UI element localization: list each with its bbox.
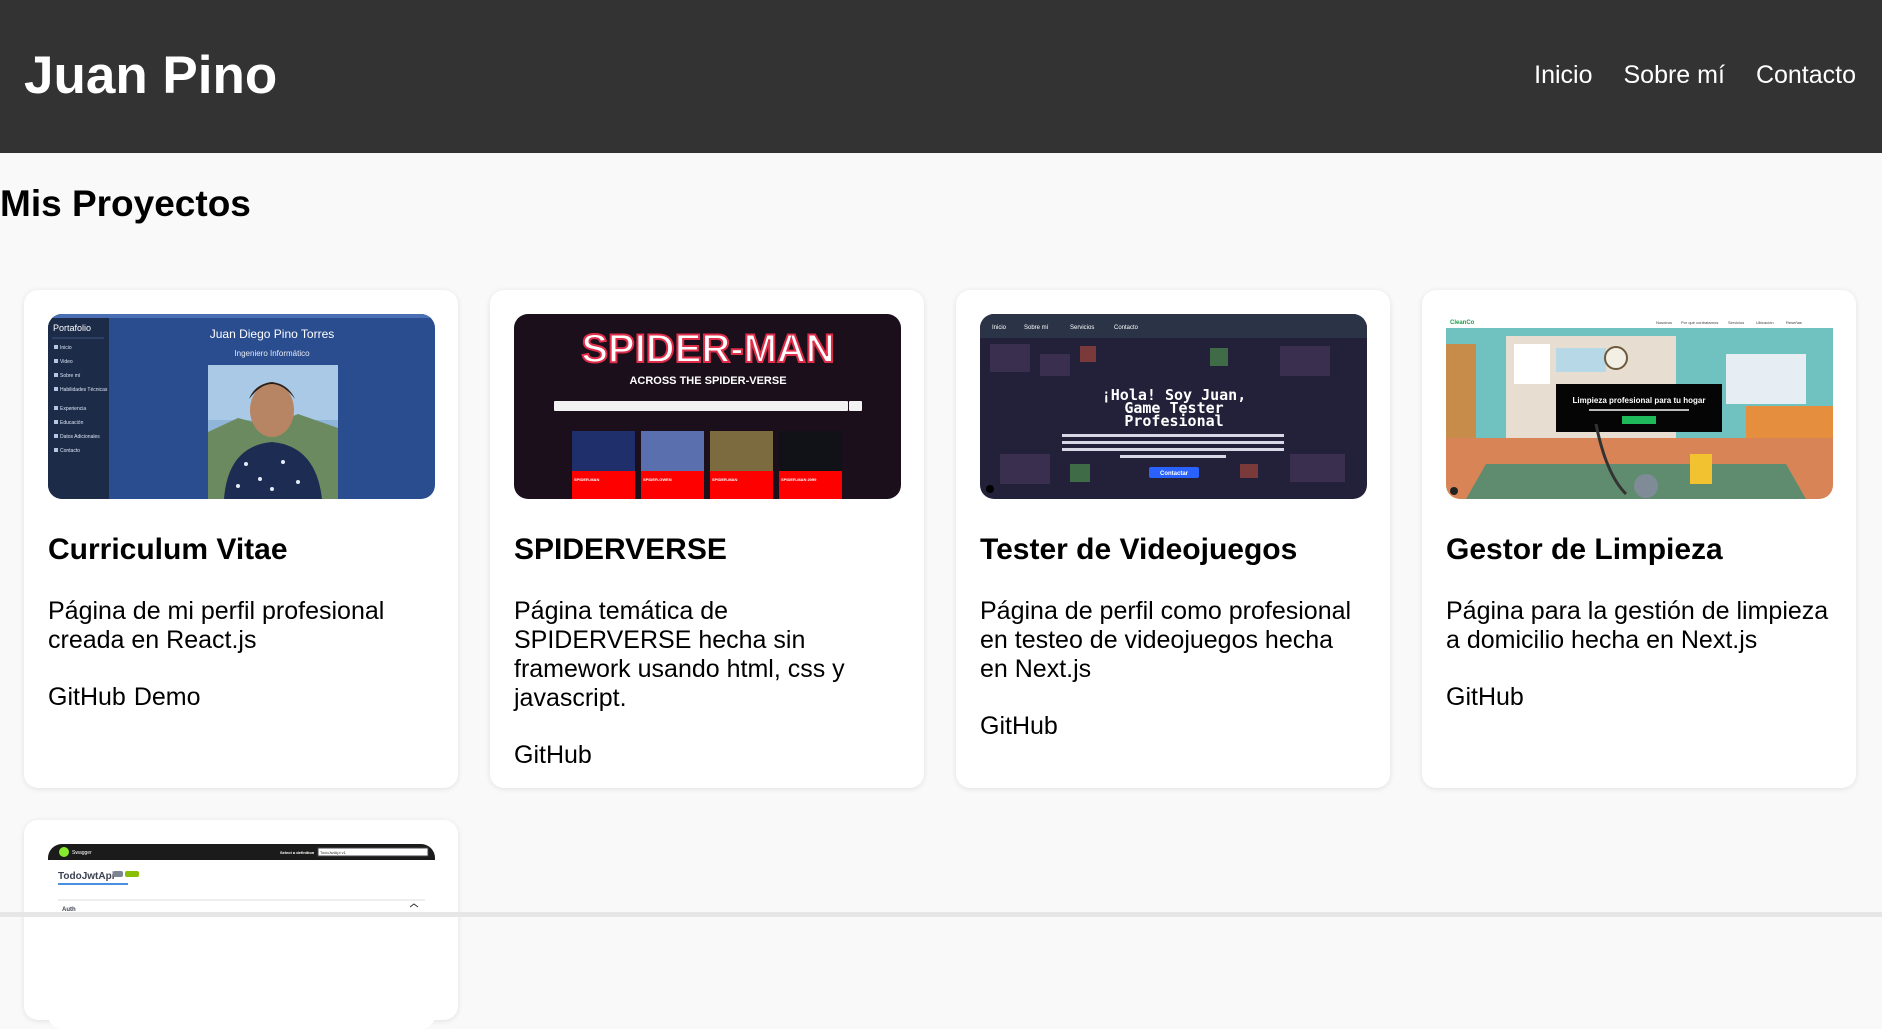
svg-text:Por qué contratarnos: Por qué contratarnos bbox=[1681, 320, 1718, 325]
svg-text:ACROSS THE SPIDER-VERSE: ACROSS THE SPIDER-VERSE bbox=[629, 375, 786, 387]
svg-text:SPIDER-MAN: SPIDER-MAN bbox=[574, 477, 599, 482]
svg-text:Profesional: Profesional bbox=[1124, 412, 1223, 430]
svg-text:SPIDER-MAN: SPIDER-MAN bbox=[712, 477, 737, 482]
project-thumbnail: CleanCo Nosotros Por qué contratarnos Se… bbox=[1446, 314, 1833, 499]
svg-text:Ingeniero Informático: Ingeniero Informático bbox=[234, 349, 310, 358]
project-description: Página temática de SPIDERVERSE hecha sin… bbox=[514, 597, 845, 712]
svg-text:TodoJwtApi v1: TodoJwtApi v1 bbox=[320, 850, 347, 855]
svg-text:Reseñas: Reseñas bbox=[1786, 320, 1802, 325]
svg-text:Ubicación: Ubicación bbox=[1756, 320, 1774, 325]
demo-link[interactable]: Demo bbox=[134, 683, 201, 711]
svg-text:Habilidades Técnicas: Habilidades Técnicas bbox=[60, 387, 108, 393]
project-title: Gestor de Limpieza bbox=[1446, 533, 1723, 566]
svg-text:Inicio: Inicio bbox=[992, 325, 1007, 331]
svg-text:Swagger: Swagger bbox=[72, 850, 92, 856]
project-thumbnail: Inicio Sobre mí Servicios Contacto ¡Hola… bbox=[980, 314, 1367, 499]
svg-text:Inicio: Inicio bbox=[60, 345, 72, 351]
project-thumbnail: Swagger Select a definition TodoJwtApi v… bbox=[48, 844, 435, 1029]
svg-text:Experiencia: Experiencia bbox=[60, 406, 86, 412]
project-links: GitHub Demo bbox=[48, 683, 434, 712]
viewport-edge bbox=[0, 912, 1882, 917]
svg-text:Contacto: Contacto bbox=[60, 448, 80, 454]
project-card-game-tester: Inicio Sobre mí Servicios Contacto ¡Hola… bbox=[956, 290, 1390, 788]
svg-text:Datos Adicionales: Datos Adicionales bbox=[60, 434, 100, 440]
nav-inicio[interactable]: Inicio bbox=[1534, 60, 1592, 90]
github-link[interactable]: GitHub bbox=[48, 683, 126, 711]
project-card-spiderverse: SPIDER-MAN ACROSS THE SPIDER-VERSE SPIDE… bbox=[490, 290, 924, 788]
svg-text:Educación: Educación bbox=[60, 420, 84, 426]
nav-sobre-mi[interactable]: Sobre mí bbox=[1624, 60, 1725, 90]
project-description: Página de mi perfil profesional creada e… bbox=[48, 597, 385, 654]
github-link[interactable]: GitHub bbox=[1446, 683, 1524, 711]
svg-text:Juan Diego Pino Torres: Juan Diego Pino Torres bbox=[210, 327, 335, 341]
project-title: SPIDERVERSE bbox=[514, 533, 727, 566]
svg-text:SPIDER-MAN 2099: SPIDER-MAN 2099 bbox=[781, 477, 817, 482]
main-nav: Inicio Sobre mí Contacto bbox=[1534, 60, 1856, 90]
github-link[interactable]: GitHub bbox=[980, 712, 1058, 740]
section-title: Mis Proyectos bbox=[0, 183, 251, 224]
svg-text:Sobre mí: Sobre mí bbox=[60, 373, 81, 379]
svg-text:Nosotros: Nosotros bbox=[1656, 320, 1672, 325]
project-thumbnail: SPIDER-MAN ACROSS THE SPIDER-VERSE SPIDE… bbox=[514, 314, 901, 499]
project-card-todojwtapi: Swagger Select a definition TodoJwtApi v… bbox=[24, 820, 458, 1029]
site-title: Juan Pino bbox=[24, 46, 278, 105]
project-links: GitHub bbox=[980, 712, 1366, 741]
svg-text:Sobre mí: Sobre mí bbox=[1024, 325, 1049, 331]
svg-text:Video: Video bbox=[60, 359, 73, 365]
project-thumbnail: Portafolio Inicio Video Sobre mí Habilid… bbox=[48, 314, 435, 499]
svg-text:SPIDER-MAN: SPIDER-MAN bbox=[581, 327, 834, 371]
svg-text:Limpieza profesional para tu h: Limpieza profesional para tu hogar bbox=[1573, 396, 1706, 405]
github-link[interactable]: GitHub bbox=[514, 741, 592, 769]
project-description: Página para la gestión de limpieza a dom… bbox=[1446, 597, 1829, 654]
project-card-cv: Portafolio Inicio Video Sobre mí Habilid… bbox=[24, 290, 458, 788]
project-title: Tester de Videojuegos bbox=[980, 533, 1298, 566]
svg-text:TodoJwtApi: TodoJwtApi bbox=[58, 871, 115, 882]
project-links: GitHub bbox=[514, 741, 900, 770]
svg-text:Portafolio: Portafolio bbox=[53, 323, 91, 333]
svg-text:Select a definition: Select a definition bbox=[280, 850, 315, 855]
svg-text:Contactar: Contactar bbox=[1160, 471, 1189, 477]
svg-text:CleanCo: CleanCo bbox=[1450, 320, 1475, 326]
project-card-cleaning: CleanCo Nosotros Por qué contratarnos Se… bbox=[1422, 290, 1856, 788]
project-links: GitHub bbox=[1446, 683, 1832, 712]
svg-text:Servicios: Servicios bbox=[1070, 325, 1094, 331]
svg-text:SPIDER-GWEN: SPIDER-GWEN bbox=[643, 477, 672, 482]
project-description: Página de perfil como profesional en tes… bbox=[980, 597, 1352, 683]
svg-text:Contacto: Contacto bbox=[1114, 325, 1139, 331]
project-title: Curriculum Vitae bbox=[48, 533, 288, 566]
svg-text:Servicios: Servicios bbox=[1728, 320, 1744, 325]
site-header: Juan Pino Inicio Sobre mí Contacto bbox=[0, 0, 1882, 153]
nav-contacto[interactable]: Contacto bbox=[1756, 60, 1856, 90]
